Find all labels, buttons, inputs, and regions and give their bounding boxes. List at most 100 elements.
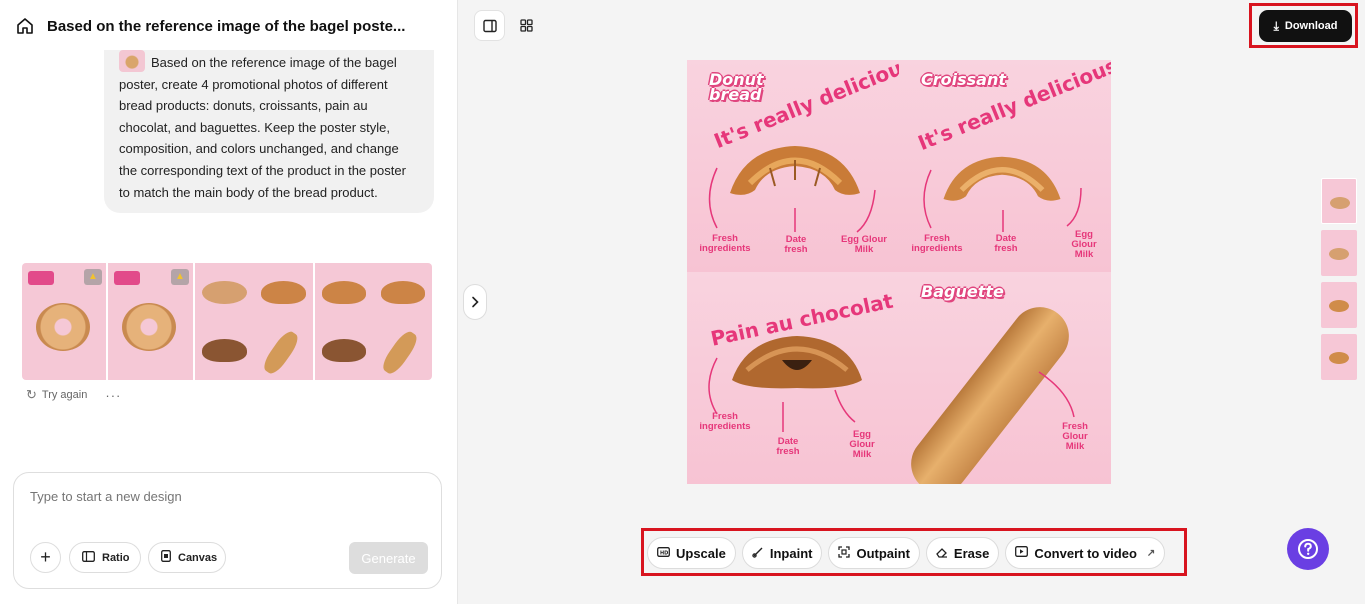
variant-thumbnail-strip	[1315, 178, 1357, 386]
home-icon[interactable]	[16, 17, 34, 35]
generated-poster[interactable]: Donut bread It's really delicious! Fresh …	[687, 60, 1111, 484]
baguette-mini	[379, 327, 421, 377]
baguette-mini	[259, 327, 302, 377]
ratio-label: Ratio	[102, 551, 130, 564]
variant-thumbnail-3[interactable]	[1321, 282, 1357, 328]
outpaint-button[interactable]: Outpaint	[828, 537, 920, 569]
result-image-2[interactable]: ▲	[108, 263, 193, 380]
variant-thumbnail-4[interactable]	[1321, 334, 1357, 380]
result-image-4[interactable]	[315, 263, 432, 380]
quad	[315, 322, 374, 381]
label-fresh: Fresh ingredients	[699, 233, 751, 254]
poster-cell-croissant: Croissant It's really delicious! Fresh i…	[899, 60, 1111, 272]
label-date: Date fresh	[994, 233, 1018, 254]
download-button[interactable]: ⤓ Download	[1259, 10, 1352, 42]
try-again-button[interactable]: Try again	[42, 389, 87, 401]
donut-mini	[202, 280, 247, 304]
painchoc-mini	[202, 339, 247, 363]
download-icon: ⤓	[1273, 18, 1279, 33]
plus-icon: +	[40, 547, 51, 567]
reference-image-thumbnail[interactable]	[119, 50, 145, 72]
result-image-3[interactable]	[195, 263, 313, 380]
eraser-icon	[936, 546, 948, 561]
add-attachment-button[interactable]: +	[30, 542, 61, 573]
quad	[254, 263, 313, 322]
poster-tag	[114, 271, 140, 285]
canvas-label: Canvas	[178, 551, 218, 564]
donut-image	[122, 303, 176, 351]
help-button[interactable]	[1287, 528, 1329, 570]
grid-view-toggle[interactable]	[511, 10, 542, 41]
croissant-mini	[322, 280, 367, 304]
annotation-arrows	[1038, 371, 1075, 418]
page-title: Based on the reference image of the bage…	[47, 17, 406, 35]
label-fresh-glour-milk: Fresh Glour Milk	[1062, 421, 1088, 452]
upscale-icon: HD	[657, 546, 670, 560]
banana-icon: ▲	[84, 269, 102, 285]
poster-cell-baguette: Baguette Fresh Glour Milk	[899, 272, 1111, 484]
quad	[374, 263, 433, 322]
variant-thumbnail-1[interactable]	[1321, 178, 1357, 224]
quad	[374, 322, 433, 381]
label-egg: Egg Glour Milk	[1071, 229, 1097, 260]
painchoc-mini	[322, 339, 367, 363]
chevron-right-icon	[472, 296, 479, 308]
quad	[195, 322, 254, 381]
quad	[254, 322, 313, 381]
quad	[315, 263, 374, 322]
thumb-croissant	[1329, 300, 1349, 312]
chat-panel: Based on the reference image of the bage…	[0, 0, 458, 604]
croissant-mini	[261, 280, 306, 304]
external-arrow-icon: ↗	[1146, 547, 1156, 559]
ratio-button[interactable]: Ratio	[69, 542, 141, 573]
erase-label: Erase	[953, 545, 990, 561]
composer: + Ratio Canvas Generate	[13, 472, 442, 589]
convert-to-video-button[interactable]: Convert to video ↗	[1005, 537, 1166, 569]
label-fresh: Fresh ingredients	[699, 411, 751, 432]
outpaint-label: Outpaint	[856, 545, 910, 561]
edit-actions-toolbar: HD Upscale Inpaint Outpaint Erase Conver…	[647, 537, 1166, 569]
label-egg: Egg Glour Milk	[841, 234, 887, 255]
outpaint-icon	[838, 545, 851, 561]
thumb-croissant	[1329, 352, 1349, 364]
chat-header: Based on the reference image of the bage…	[0, 0, 458, 52]
donut-image	[36, 303, 90, 351]
user-prompt-bubble: Based on the reference image of the bage…	[104, 50, 434, 213]
convert-to-video-label: Convert to video	[1034, 545, 1137, 561]
quad	[195, 263, 254, 322]
inpaint-button[interactable]: Inpaint	[741, 537, 823, 569]
prompt-text-wrap: Based on the reference image of the bage…	[119, 50, 420, 203]
thumb-donut	[1330, 197, 1350, 209]
try-again-row: ↻ Try again ···	[26, 387, 121, 403]
expand-panel-button[interactable]	[463, 284, 487, 320]
refresh-icon[interactable]: ↻	[26, 387, 37, 403]
ratio-icon	[82, 550, 95, 565]
poster-cell-pain-au-chocolat: Pain au chocolat Fresh ingredients Date …	[687, 272, 899, 484]
generate-button[interactable]: Generate	[349, 542, 428, 574]
canvas-icon	[161, 550, 171, 565]
single-view-toggle[interactable]	[474, 10, 505, 41]
canvas-button[interactable]: Canvas	[148, 542, 226, 573]
brush-icon	[752, 546, 764, 561]
label-egg: Egg Glour Milk	[849, 429, 875, 460]
upscale-button[interactable]: HD Upscale	[647, 537, 736, 569]
variant-thumbnail-2[interactable]	[1321, 230, 1357, 276]
download-label: Download	[1284, 20, 1338, 32]
video-icon	[1015, 546, 1029, 560]
poster-tag	[28, 271, 54, 285]
design-prompt-input[interactable]	[30, 489, 410, 504]
croissant-mini	[380, 280, 425, 304]
banana-icon: ▲	[171, 269, 189, 285]
more-options-button[interactable]: ···	[105, 388, 121, 403]
label-date: Date fresh	[776, 436, 800, 457]
label-date: Date fresh	[784, 234, 808, 255]
prompt-text: Based on the reference image of the bage…	[119, 55, 406, 200]
label-fresh: Fresh ingredients	[911, 233, 963, 254]
poster-cell-donut: Donut bread It's really delicious! Fresh …	[687, 60, 899, 272]
result-image-1[interactable]: ▲	[22, 263, 106, 380]
thumb-donut	[1329, 248, 1349, 260]
question-icon	[1298, 539, 1318, 559]
upscale-label: Upscale	[676, 545, 726, 561]
result-thumbnails: ▲ ▲	[22, 263, 434, 380]
erase-button[interactable]: Erase	[925, 537, 1000, 569]
